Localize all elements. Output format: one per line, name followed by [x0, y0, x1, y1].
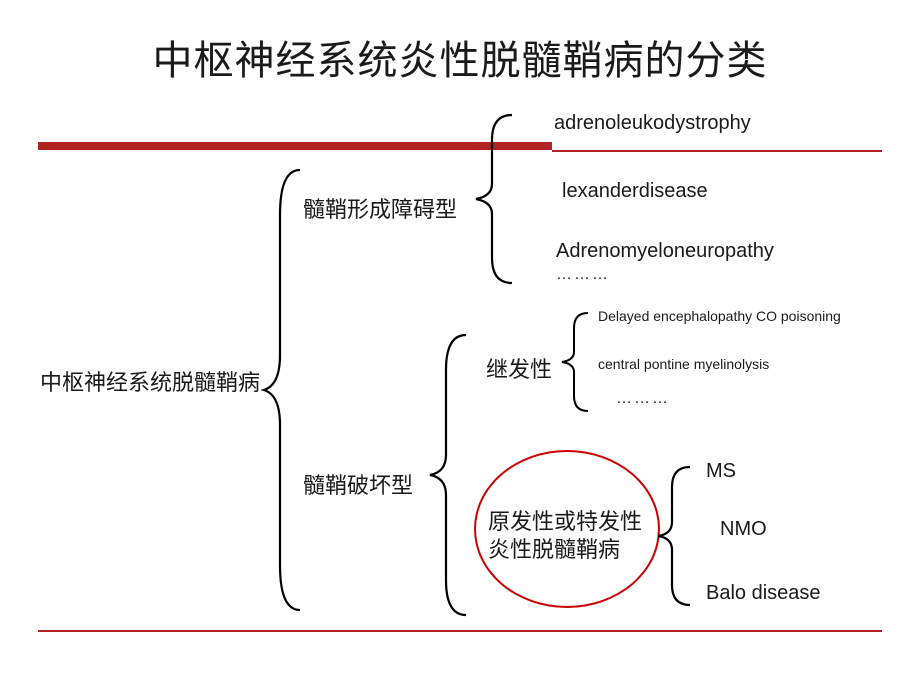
title-underline-thin: [552, 150, 882, 152]
leaf-adrenoleukodystrophy: adrenoleukodystrophy: [554, 112, 751, 135]
brace-icon: [424, 330, 470, 620]
brace-icon: [654, 462, 694, 610]
node-dysmyelination: 髓鞘形成障碍型: [303, 192, 457, 224]
bottom-rule: [38, 630, 882, 632]
brace-icon: [260, 165, 304, 615]
node-demyelination: 髓鞘破坏型: [303, 468, 413, 500]
leaf-alexander-disease: lexanderdisease: [562, 180, 708, 203]
page-title: 中枢神经系统炎性脱髓鞘病的分类: [0, 28, 920, 86]
leaf-central-pontine: central pontine myelinolysis: [598, 356, 769, 374]
leaf-dots-2: ………: [616, 390, 670, 408]
node-root: 中枢神经系统脱髓鞘病: [40, 365, 260, 397]
leaf-adrenomyeloneuropathy: Adrenomyeloneuropathy: [556, 240, 774, 263]
leaf-co-poisoning: Delayed encephalopathy CO poisoning: [598, 308, 858, 326]
leaf-dots-1: ………: [556, 266, 610, 284]
title-underline-thick: [38, 142, 552, 150]
brace-icon: [470, 110, 516, 288]
brace-icon: [558, 308, 592, 416]
leaf-balo: Balo disease: [706, 582, 821, 605]
node-secondary: 继发性: [486, 352, 552, 384]
leaf-nmo: NMO: [720, 518, 767, 541]
node-primary-line2: 炎性脱髓鞘病: [488, 532, 620, 564]
leaf-ms: MS: [706, 460, 736, 483]
